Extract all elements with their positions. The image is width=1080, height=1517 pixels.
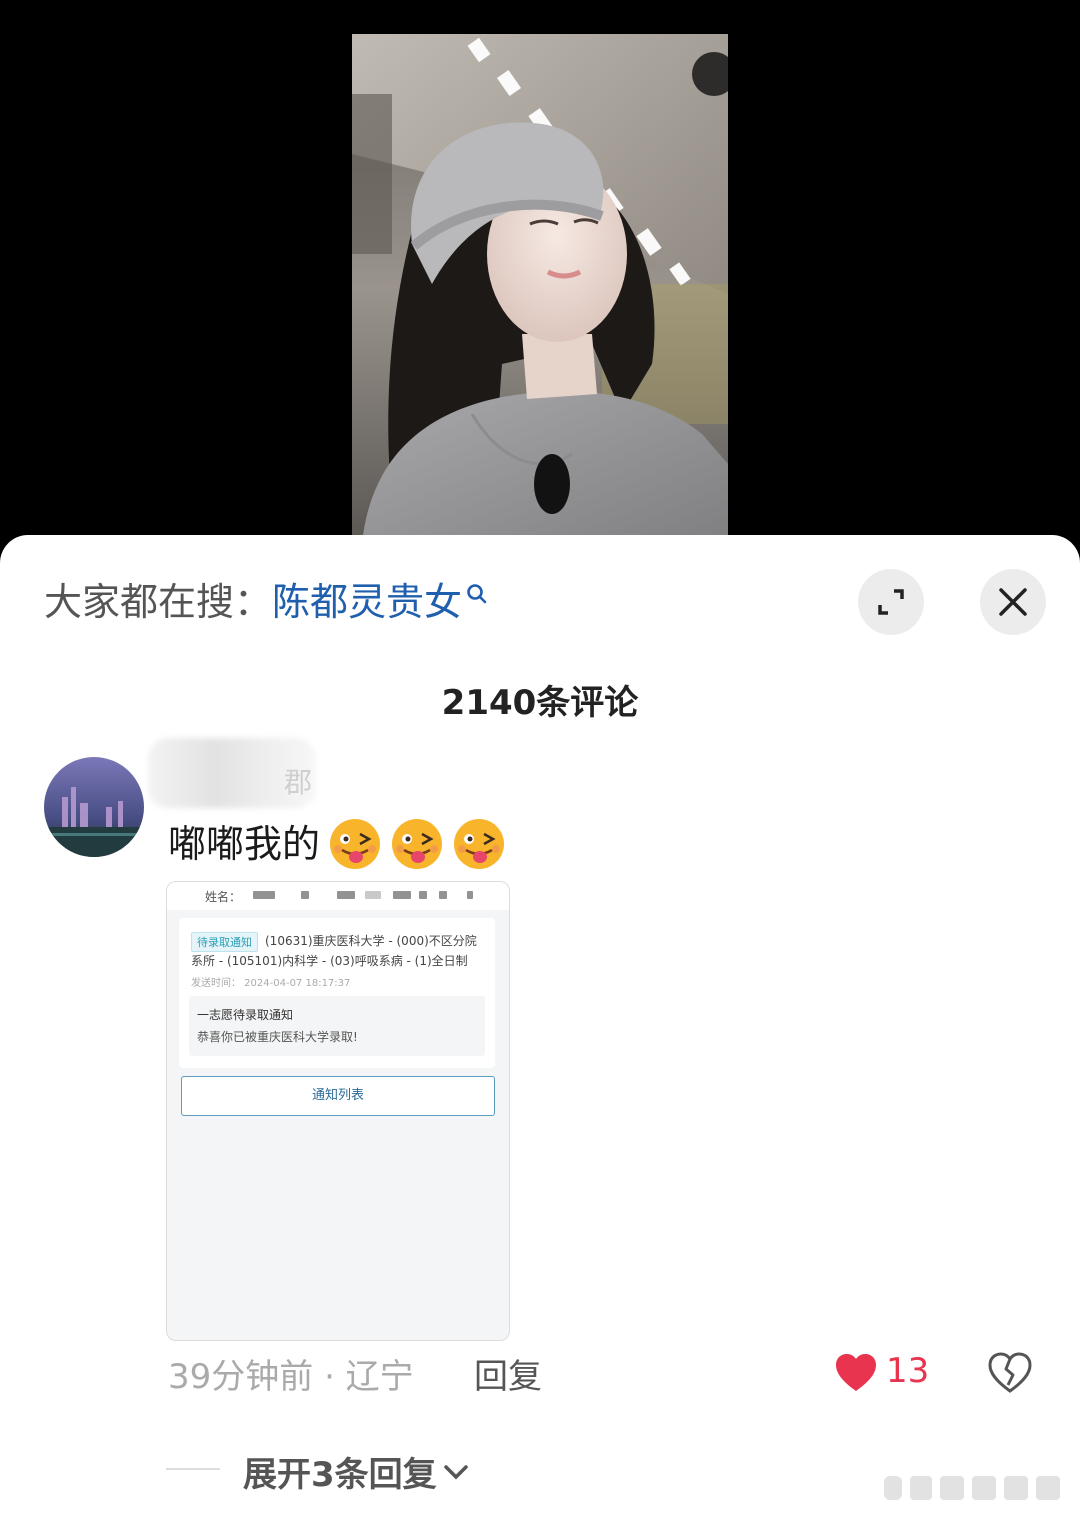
tongue-wink-emoji-icon <box>392 819 443 869</box>
comment-text: 嘟嘟我的 <box>168 817 506 871</box>
notice-list-button: 通知列表 <box>181 1076 495 1116</box>
video-player[interactable] <box>0 0 1080 560</box>
like-count: 13 <box>886 1351 930 1391</box>
redaction-mark <box>253 891 275 899</box>
expand-replies-button[interactable]: 展开3条回复 <box>243 1447 471 1496</box>
notice-line-2: 系所 - (105101)内科学 - (03)呼吸系病 - (1)全日制 <box>191 954 468 968</box>
watermark <box>884 1476 1060 1500</box>
redaction-mark <box>393 891 411 899</box>
reply-button[interactable]: 回复 <box>474 1349 542 1398</box>
attachment-name-label: 姓名： <box>205 890 242 904</box>
comment-count: 2140条评论 <box>441 683 639 723</box>
expand-button[interactable] <box>858 569 924 635</box>
notice-inner-body: 恭喜你已被重庆医科大学录取! <box>197 1030 358 1044</box>
expand-replies-label: 展开3条回复 <box>243 1455 437 1495</box>
redaction-mark <box>365 891 381 899</box>
redaction-mark <box>337 891 355 899</box>
redaction-mark <box>467 891 473 899</box>
comment-image[interactable]: 姓名： 待录取通知 (10631)重庆医科大学 - (000)不区分院 系所 -… <box>166 881 510 1341</box>
comment-time-location: 39分钟前 · 辽宁 <box>168 1357 414 1397</box>
search-hint-prefix: 大家都在搜： <box>44 580 273 624</box>
comment-sheet: 大家都在搜：陈都灵贵女 2140条评论 郡 嘟嘟我的 姓名： 待录取通知 (10… <box>0 535 1080 1517</box>
notice-inner-box: 一志愿待录取通知 恭喜你已被重庆医科大学录取! <box>189 996 485 1056</box>
tongue-wink-emoji-icon <box>330 819 381 869</box>
video-frame-photo <box>352 34 728 544</box>
notice-inner-title: 一志愿待录取通知 <box>197 1008 294 1022</box>
close-button[interactable] <box>980 569 1046 635</box>
search-icon[interactable] <box>466 583 488 605</box>
username-tail: 郡 <box>284 766 313 799</box>
search-hint-keyword[interactable]: 陈都灵贵女 <box>272 580 462 624</box>
admission-notice-card: 待录取通知 (10631)重庆医科大学 - (000)不区分院 系所 - (10… <box>179 918 495 1068</box>
tongue-wink-emoji-icon <box>454 819 505 869</box>
redaction-mark <box>439 891 447 899</box>
chevron-down-icon <box>443 1464 468 1479</box>
notice-line-1: (10631)重庆医科大学 - (000)不区分院 <box>265 934 477 948</box>
expand-icon <box>878 589 904 615</box>
comment-body: 嘟嘟我的 <box>168 822 321 866</box>
heart-icon[interactable] <box>834 1351 878 1395</box>
redaction-mark <box>419 891 427 899</box>
notice-tag: 待录取通知 <box>191 932 258 952</box>
attachment-name-row: 姓名： <box>167 882 509 910</box>
avatar[interactable] <box>44 757 144 857</box>
close-icon <box>999 588 1027 616</box>
redaction-mark <box>301 891 309 899</box>
divider <box>166 1468 220 1470</box>
broken-heart-icon[interactable] <box>988 1351 1032 1395</box>
search-hint[interactable]: 大家都在搜：陈都灵贵女 <box>44 577 488 627</box>
notice-time: 发送时间： 2024-04-07 18:17:37 <box>191 978 351 989</box>
